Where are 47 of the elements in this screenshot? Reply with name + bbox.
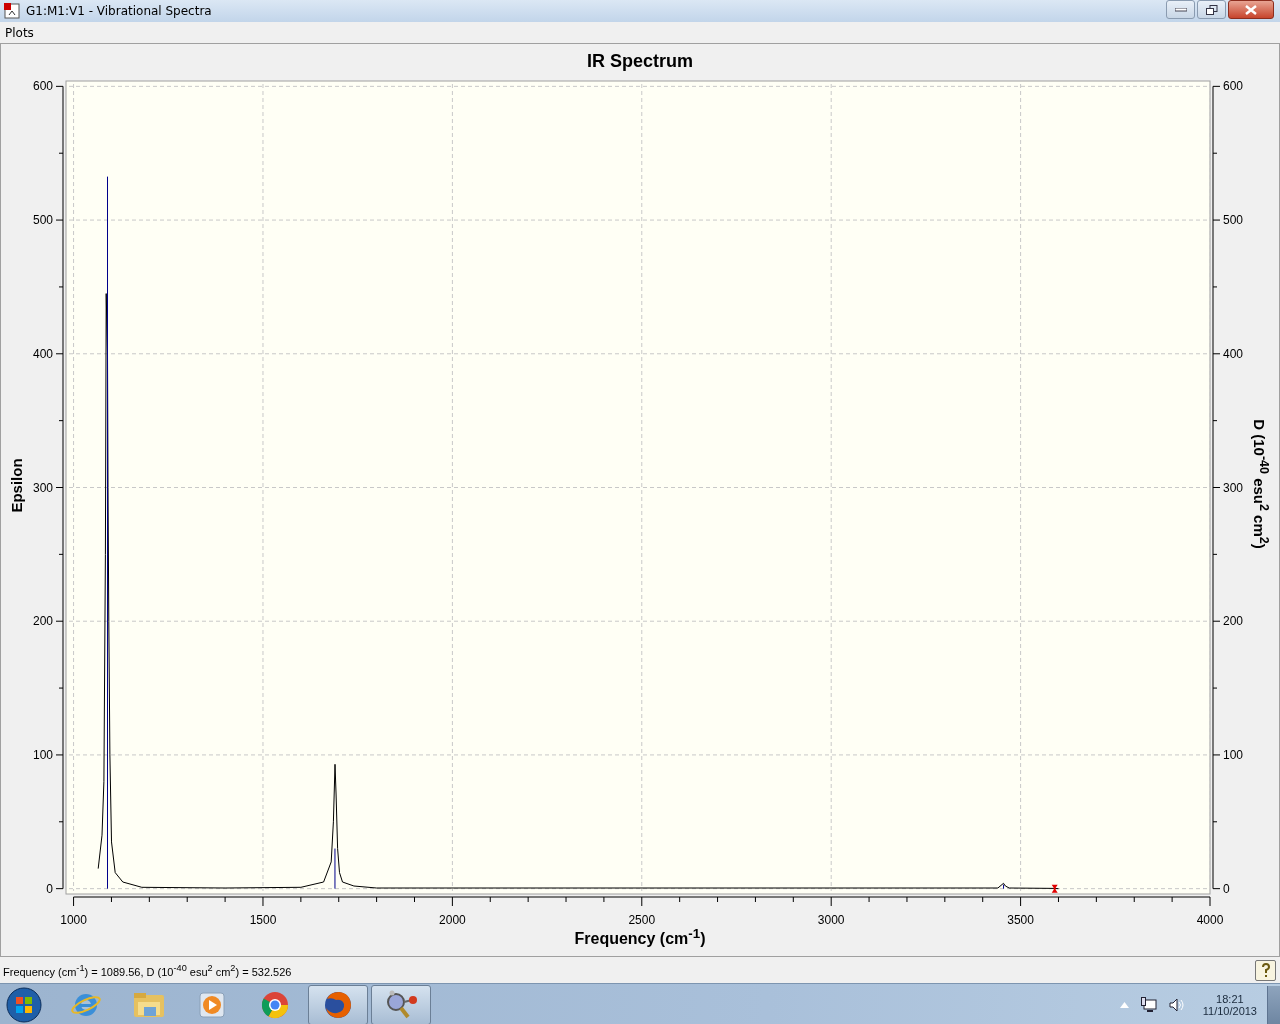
tick-label: 1000 [60,913,87,927]
speaker-icon[interactable] [1168,997,1185,1012]
show-desktop-button[interactable] [1267,985,1280,1024]
question-mark-icon [1260,962,1271,978]
y-axis-title: Epsilon [7,457,25,515]
tick-label: 400 [1223,346,1244,361]
chart-title: IR Spectrum [587,51,693,72]
start-button[interactable] [6,986,42,1023]
app-icon [4,3,20,19]
tick-label: 2000 [439,913,466,927]
taskbar-button[interactable] [308,984,368,1024]
tick-label: 600 [1223,79,1244,94]
tick-label: 200 [1223,614,1244,629]
status-text: Frequency (cm$^{-1}$) = 1089.56, D (10$^{-40}$ esu$^{2}$ cm$^{2}$) = 532.526 [3,962,292,978]
clock-time: 18:21 [1216,992,1244,1005]
tick-label: 0 [46,881,53,896]
tick-label: 300 [1223,480,1244,495]
tick-label: 0 [1223,881,1230,896]
tick-label: 3500 [1007,913,1034,927]
tick-label: 500 [32,213,53,228]
tick-label: 2500 [628,913,656,927]
media-player-icon [197,989,227,1020]
window-title: G1:M1:V1 - Vibrational Spectra [26,4,212,18]
intensity-stick [1003,884,1005,889]
clock-date: 11/10/2013 [1202,1004,1257,1017]
tick-label: 300 [32,480,53,495]
minimize-icon [1174,7,1187,12]
tick-label: 100 [1223,747,1244,762]
taskbar-button[interactable] [371,984,431,1024]
tick-label: 500 [1223,213,1244,228]
restore-button[interactable] [1197,0,1226,19]
tick-label: 100 [32,747,53,762]
network-icon[interactable] [1140,997,1157,1012]
x-axis-title: Frequency (cm$^{-1}$) [574,926,706,949]
help-button[interactable] [1255,959,1276,981]
tick-label: 4000 [1196,913,1224,927]
tick-label: 1500 [249,913,277,927]
intensity-stick [334,848,336,889]
tick-label: 600 [32,79,53,94]
menu-item[interactable]: Plots [0,25,39,40]
restore-icon [1205,4,1218,15]
tick-label: 400 [32,346,53,361]
cursor-marker [1051,884,1058,893]
tick-label: 200 [32,614,53,629]
close-icon [1245,4,1257,15]
tick-label: 3000 [817,913,845,927]
close-button[interactable] [1228,0,1274,19]
